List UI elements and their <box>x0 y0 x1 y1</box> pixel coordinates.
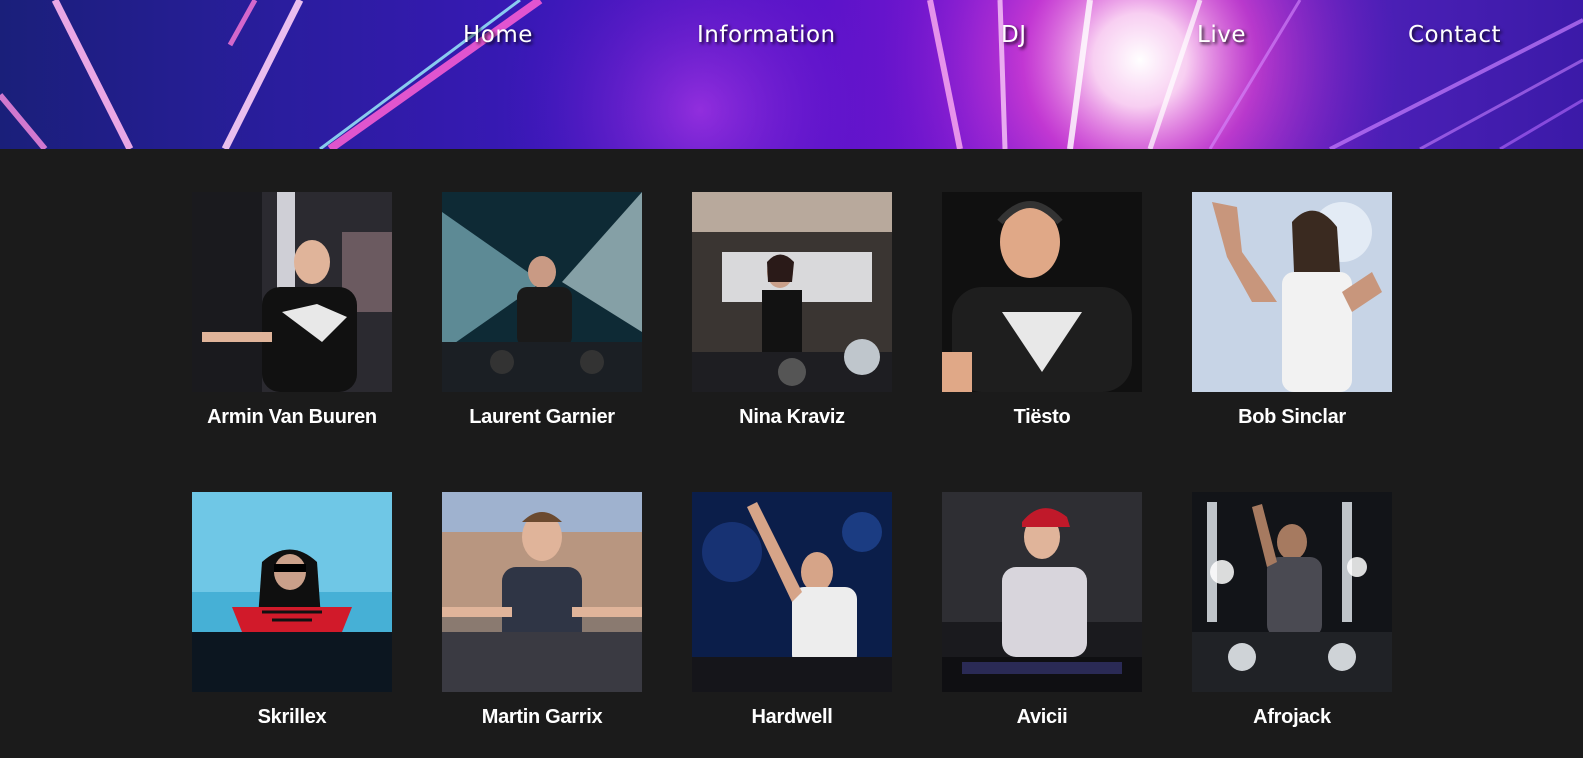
nav-dj-link[interactable]: DJ <box>1001 22 1027 56</box>
dj-name: Laurent Garnier <box>469 406 615 428</box>
dj-photo-armin-van-buuren[interactable] <box>192 192 392 392</box>
dj-photo-bob-sinclar[interactable] <box>1192 192 1392 392</box>
dj-card-nina-kraviz[interactable]: Nina Kraviz <box>692 192 892 429</box>
nav-contact-link[interactable]: Contact <box>1408 22 1501 56</box>
dj-card-hardwell[interactable]: Hardwell <box>692 492 892 729</box>
dj-name: Armin Van Buuren <box>207 406 377 428</box>
dj-card-skrillex[interactable]: Skrillex <box>192 492 392 729</box>
dj-name: Tiësto <box>1013 406 1071 428</box>
dj-name: Skrillex <box>257 706 327 728</box>
dj-card-avicii[interactable]: Avicii <box>942 492 1142 729</box>
dj-name: Nina Kraviz <box>739 406 845 428</box>
dj-name: Martin Garrix <box>481 706 603 728</box>
dj-card-martin-garrix[interactable]: Martin Garrix <box>442 492 642 729</box>
nav-live-link[interactable]: Live <box>1197 22 1246 56</box>
dj-gallery: Armin Van Buuren Laurent Garnier Nina Kr… <box>0 149 1583 758</box>
dj-name: Bob Sinclar <box>1238 406 1346 428</box>
dj-name: Afrojack <box>1253 706 1331 728</box>
header-banner: Home Information DJ Live Contact <box>0 0 1583 149</box>
dj-photo-laurent-garnier[interactable] <box>442 192 642 392</box>
dj-photo-tiesto[interactable] <box>942 192 1142 392</box>
dj-card-armin-van-buuren[interactable]: Armin Van Buuren <box>192 192 392 429</box>
dj-photo-skrillex[interactable] <box>192 492 392 692</box>
dj-photo-martin-garrix[interactable] <box>442 492 642 692</box>
nav-information-link[interactable]: Information <box>697 22 836 56</box>
dj-card-laurent-garnier[interactable]: Laurent Garnier <box>442 192 642 429</box>
nav-home-link[interactable]: Home <box>463 22 533 56</box>
dj-card-afrojack[interactable]: Afrojack <box>1192 492 1392 729</box>
dj-photo-avicii[interactable] <box>942 492 1142 692</box>
dj-card-bob-sinclar[interactable]: Bob Sinclar <box>1192 192 1392 429</box>
dj-photo-afrojack[interactable] <box>1192 492 1392 692</box>
dj-photo-nina-kraviz[interactable] <box>692 192 892 392</box>
dj-name: Avicii <box>1016 706 1068 728</box>
dj-card-tiesto[interactable]: Tiësto <box>942 192 1142 429</box>
dj-name: Hardwell <box>751 706 833 728</box>
dj-photo-hardwell[interactable] <box>692 492 892 692</box>
